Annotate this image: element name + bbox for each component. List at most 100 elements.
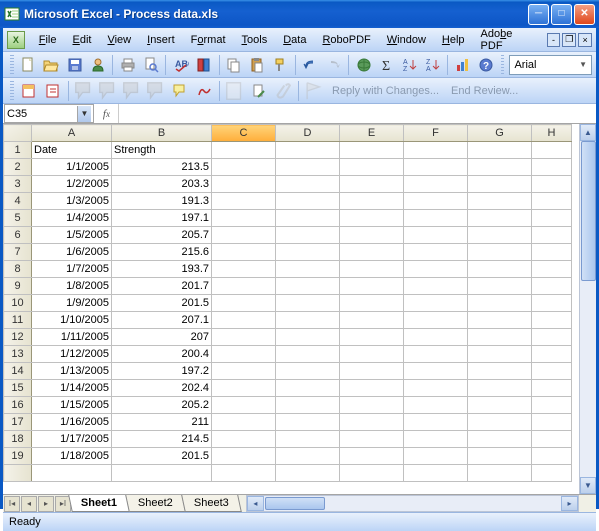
cell-E5[interactable] xyxy=(340,210,404,227)
scroll-down-button[interactable]: ▼ xyxy=(580,477,596,494)
col-header-G[interactable]: G xyxy=(468,125,532,142)
menu-format[interactable]: Format xyxy=(183,32,234,48)
cell-B8[interactable]: 193.7 xyxy=(112,261,212,278)
cell-C6[interactable] xyxy=(212,227,276,244)
cell-B13[interactable]: 200.4 xyxy=(112,346,212,363)
cell-C17[interactable] xyxy=(212,414,276,431)
cell-A13[interactable]: 1/12/2005 xyxy=(32,346,112,363)
horizontal-scrollbar[interactable]: ◂ ▸ xyxy=(246,495,579,512)
col-header-A[interactable]: A xyxy=(32,125,112,142)
row-header-4[interactable]: 4 xyxy=(4,193,32,210)
cell-C10[interactable] xyxy=(212,295,276,312)
name-box[interactable]: C35 ▼ xyxy=(4,104,94,123)
formula-input[interactable] xyxy=(119,104,596,123)
hyperlink-button[interactable] xyxy=(353,54,374,76)
col-header-B[interactable]: B xyxy=(112,125,212,142)
cell-F11[interactable] xyxy=(404,312,468,329)
row-header-18[interactable]: 18 xyxy=(4,431,32,448)
cell-C15[interactable] xyxy=(212,380,276,397)
mdi-restore-button[interactable]: ❐ xyxy=(562,33,576,47)
cell-E19[interactable] xyxy=(340,448,404,465)
redo-button[interactable] xyxy=(323,54,344,76)
menu-file[interactable]: File xyxy=(31,32,65,48)
cell-A14[interactable]: 1/13/2005 xyxy=(32,363,112,380)
cell-A20[interactable] xyxy=(32,465,112,482)
cell-E16[interactable] xyxy=(340,397,404,414)
cell-A2[interactable]: 1/1/2005 xyxy=(32,159,112,176)
row-header-9[interactable]: 9 xyxy=(4,278,32,295)
cell-G15[interactable] xyxy=(468,380,532,397)
cell-F14[interactable] xyxy=(404,363,468,380)
cell-D12[interactable] xyxy=(276,329,340,346)
cell-F16[interactable] xyxy=(404,397,468,414)
cell-B16[interactable]: 205.2 xyxy=(112,397,212,414)
cell-E11[interactable] xyxy=(340,312,404,329)
cell-D14[interactable] xyxy=(276,363,340,380)
menu-edit[interactable]: Edit xyxy=(65,32,100,48)
cell-C11[interactable] xyxy=(212,312,276,329)
cell-A5[interactable]: 1/4/2005 xyxy=(32,210,112,227)
cell-D15[interactable] xyxy=(276,380,340,397)
cell-D11[interactable] xyxy=(276,312,340,329)
cell-E13[interactable] xyxy=(340,346,404,363)
sort-desc-button[interactable]: ZA xyxy=(422,54,443,76)
cell-G11[interactable] xyxy=(468,312,532,329)
cell-B14[interactable]: 197.2 xyxy=(112,363,212,380)
cell-F6[interactable] xyxy=(404,227,468,244)
cell-D2[interactable] xyxy=(276,159,340,176)
cell-G6[interactable] xyxy=(468,227,532,244)
menu-view[interactable]: View xyxy=(99,32,139,48)
cell-E8[interactable] xyxy=(340,261,404,278)
cell-C2[interactable] xyxy=(212,159,276,176)
menu-robopdf[interactable]: RoboPDF xyxy=(314,32,378,48)
tab-nav-prev[interactable]: ◂ xyxy=(21,496,37,512)
scroll-thumb[interactable] xyxy=(581,141,596,281)
cell-D19[interactable] xyxy=(276,448,340,465)
cell-F13[interactable] xyxy=(404,346,468,363)
excel-doc-icon[interactable]: X xyxy=(7,31,25,49)
cell-H7[interactable] xyxy=(532,244,572,261)
cell-E10[interactable] xyxy=(340,295,404,312)
cell-B17[interactable]: 211 xyxy=(112,414,212,431)
cell-F18[interactable] xyxy=(404,431,468,448)
cell-E1[interactable] xyxy=(340,142,404,159)
menu-data[interactable]: Data xyxy=(275,32,314,48)
cell-A9[interactable]: 1/8/2005 xyxy=(32,278,112,295)
cell-F3[interactable] xyxy=(404,176,468,193)
cell-A16[interactable]: 1/15/2005 xyxy=(32,397,112,414)
cell-H20[interactable] xyxy=(532,465,572,482)
cell-A7[interactable]: 1/6/2005 xyxy=(32,244,112,261)
cell-G12[interactable] xyxy=(468,329,532,346)
cell-C4[interactable] xyxy=(212,193,276,210)
sheet-tab-1[interactable]: Sheet1 xyxy=(68,495,130,512)
cell-A3[interactable]: 1/2/2005 xyxy=(32,176,112,193)
cell-H8[interactable] xyxy=(532,261,572,278)
update-file-button[interactable] xyxy=(248,80,270,102)
cell-B1[interactable]: Strength xyxy=(112,142,212,159)
cell-G2[interactable] xyxy=(468,159,532,176)
mdi-minimize-button[interactable]: - xyxy=(547,33,561,47)
cell-C14[interactable] xyxy=(212,363,276,380)
cell-E18[interactable] xyxy=(340,431,404,448)
cell-B15[interactable]: 202.4 xyxy=(112,380,212,397)
cell-A1[interactable]: Date xyxy=(32,142,112,159)
cell-D4[interactable] xyxy=(276,193,340,210)
copy-button[interactable] xyxy=(224,54,245,76)
cell-H14[interactable] xyxy=(532,363,572,380)
cell-B10[interactable]: 201.5 xyxy=(112,295,212,312)
cell-E3[interactable] xyxy=(340,176,404,193)
cell-F10[interactable] xyxy=(404,295,468,312)
col-header-H[interactable]: H xyxy=(532,125,572,142)
row-header-14[interactable]: 14 xyxy=(4,363,32,380)
cell-H1[interactable] xyxy=(532,142,572,159)
cell-H3[interactable] xyxy=(532,176,572,193)
cell-C1[interactable] xyxy=(212,142,276,159)
scroll-up-button[interactable]: ▲ xyxy=(580,124,596,141)
format-painter-button[interactable] xyxy=(270,54,291,76)
cell-D20[interactable] xyxy=(276,465,340,482)
cell-D6[interactable] xyxy=(276,227,340,244)
cell-H10[interactable] xyxy=(532,295,572,312)
cell-D10[interactable] xyxy=(276,295,340,312)
cell-C18[interactable] xyxy=(212,431,276,448)
col-header-C[interactable]: C xyxy=(212,125,276,142)
